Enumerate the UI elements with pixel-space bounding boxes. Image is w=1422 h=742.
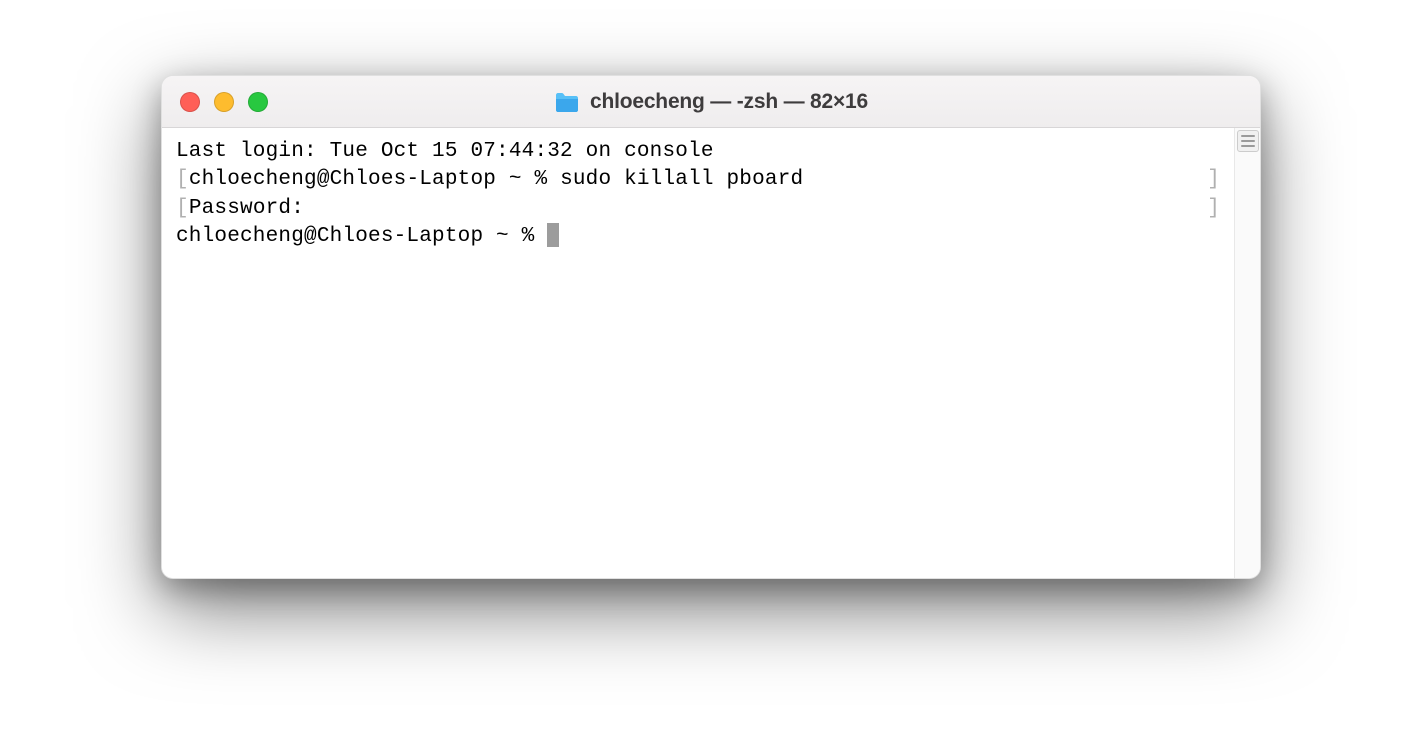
scrollbar[interactable] bbox=[1234, 128, 1260, 578]
terminal-text: Password: bbox=[189, 197, 304, 220]
terminal-line: Last login: Tue Oct 15 07:44:32 on conso… bbox=[176, 138, 1220, 166]
close-button[interactable] bbox=[180, 92, 200, 112]
window-title: chloecheng — -zsh — 82×16 bbox=[590, 90, 868, 114]
window-titlebar[interactable]: chloecheng — -zsh — 82×16 bbox=[162, 76, 1260, 128]
terminal-text: chloecheng@Chloes-Laptop ~ % sudo killal… bbox=[189, 168, 804, 191]
minimize-button[interactable] bbox=[214, 92, 234, 112]
terminal-line: [chloecheng@Chloes-Laptop ~ % sudo killa… bbox=[176, 166, 1220, 194]
cursor bbox=[547, 223, 559, 247]
line-bracket-left: [ bbox=[176, 168, 189, 191]
folder-icon bbox=[554, 91, 580, 113]
terminal-text: Last login: Tue Oct 15 07:44:32 on conso… bbox=[176, 140, 714, 163]
terminal-text: chloecheng@Chloes-Laptop ~ % bbox=[176, 225, 547, 248]
traffic-lights bbox=[180, 92, 268, 112]
terminal-window: chloecheng — -zsh — 82×16 Last login: Tu… bbox=[161, 75, 1261, 579]
zoom-button[interactable] bbox=[248, 92, 268, 112]
line-bracket-right: ] bbox=[1207, 166, 1220, 194]
terminal-body[interactable]: Last login: Tue Oct 15 07:44:32 on conso… bbox=[162, 128, 1260, 578]
terminal-content[interactable]: Last login: Tue Oct 15 07:44:32 on conso… bbox=[162, 128, 1234, 578]
terminal-line: [Password:] bbox=[176, 195, 1220, 223]
line-bracket-right: ] bbox=[1207, 195, 1220, 223]
terminal-line: chloecheng@Chloes-Laptop ~ % bbox=[176, 223, 1220, 251]
scroll-indicator-icon[interactable] bbox=[1237, 130, 1259, 152]
line-bracket-left: [ bbox=[176, 197, 189, 220]
title-area: chloecheng — -zsh — 82×16 bbox=[162, 90, 1260, 114]
